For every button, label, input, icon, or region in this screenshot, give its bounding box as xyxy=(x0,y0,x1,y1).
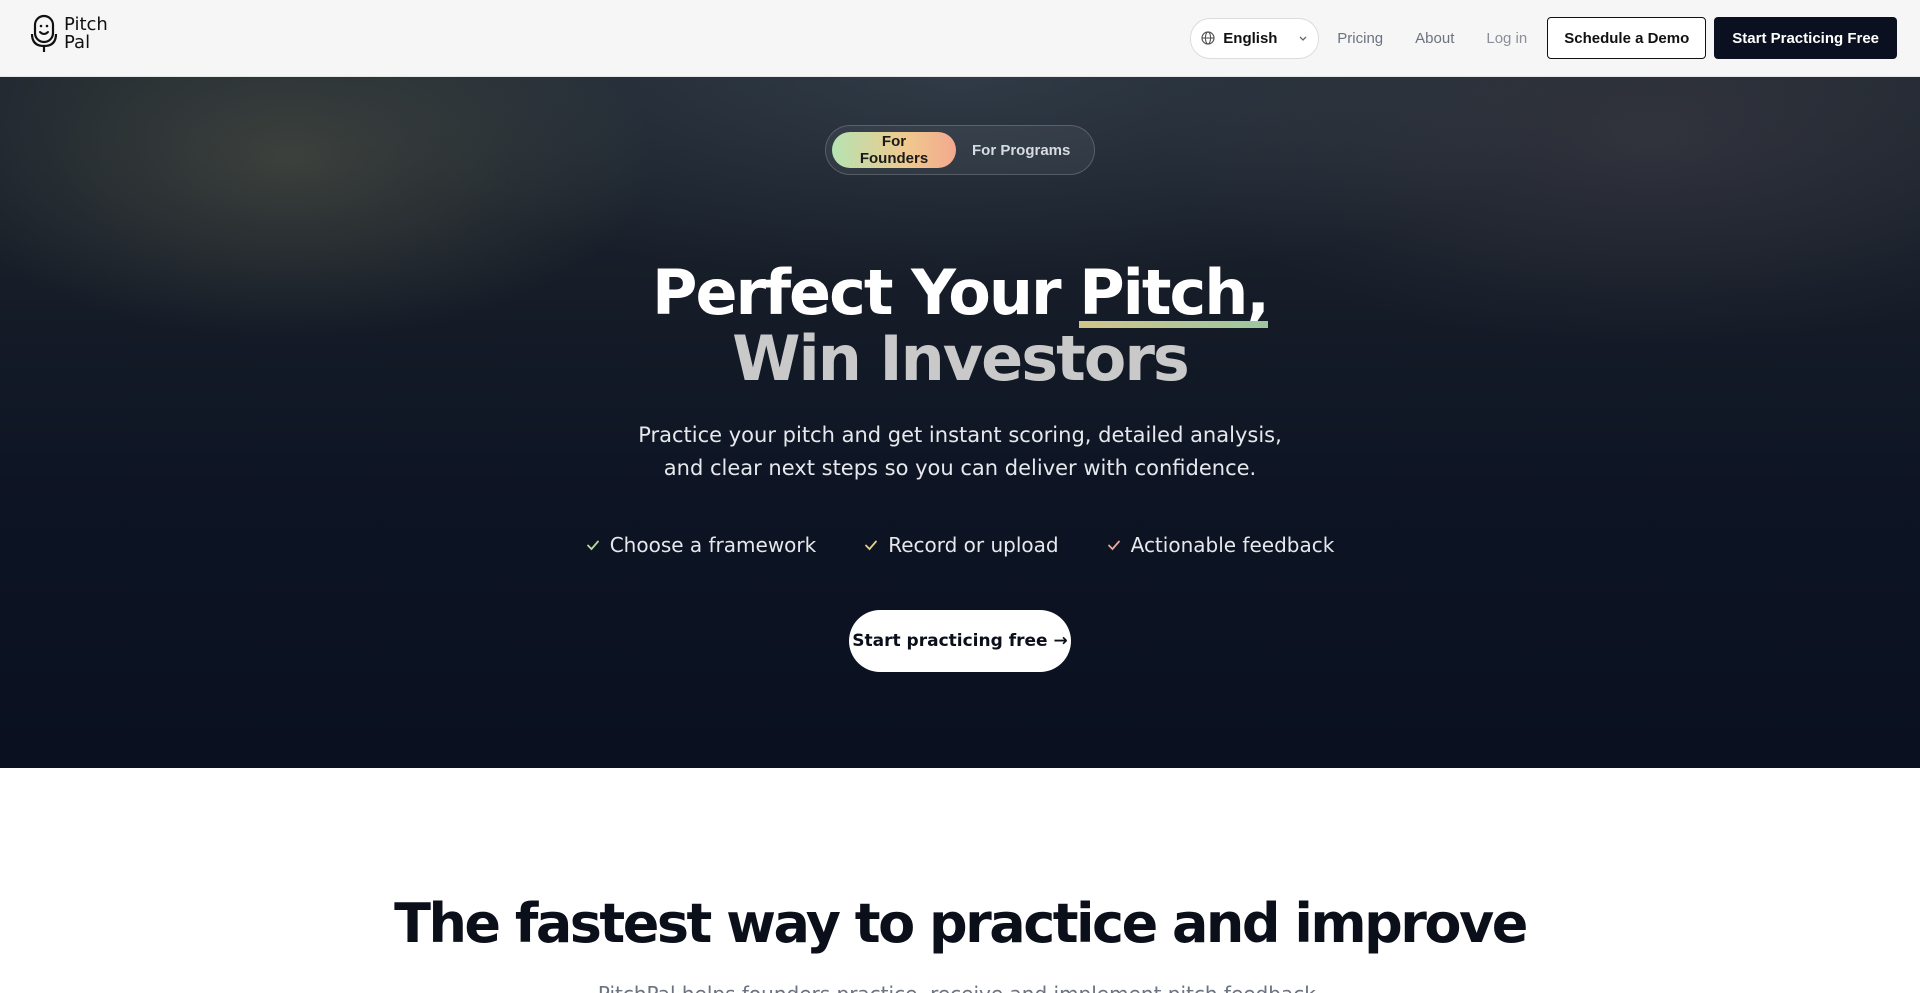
hero-subtitle-line-1: Practice your pitch and get instant scor… xyxy=(638,423,1282,447)
nav-link-pricing[interactable]: Pricing xyxy=(1337,30,1383,47)
hero-subtitle: Practice your pitch and get instant scor… xyxy=(0,419,1920,485)
headline-line-1: Perfect Your Pitch, xyxy=(0,256,1920,329)
top-navbar: Pitch Pal English Pricing About Log in S… xyxy=(0,0,1920,77)
nav-link-about[interactable]: About xyxy=(1415,30,1454,47)
schedule-demo-button[interactable]: Schedule a Demo xyxy=(1547,17,1707,59)
hero-section: For Founders For Programs Perfect Your P… xyxy=(0,77,1920,768)
checkmark-icon xyxy=(865,540,878,551)
checkmark-icon xyxy=(586,540,599,551)
language-label: English xyxy=(1223,29,1278,47)
start-practicing-free-cta[interactable]: Start practicing free → xyxy=(849,610,1071,672)
headline-highlight-pitch: Pitch, xyxy=(1079,256,1270,329)
checkmark-icon xyxy=(1107,540,1120,551)
pitchpal-logo[interactable]: Pitch Pal xyxy=(30,14,108,54)
headline-line-2: Win Investors xyxy=(732,322,1190,395)
toggle-for-programs[interactable]: For Programs xyxy=(956,132,1086,168)
start-practicing-free-button[interactable]: Start Practicing Free xyxy=(1714,17,1897,59)
hero-subtitle-line-2: and clear next steps so you can deliver … xyxy=(663,456,1257,480)
microphone-logo-icon xyxy=(30,14,58,52)
nav-link-login[interactable]: Log in xyxy=(1486,30,1527,47)
check-label: Record or upload xyxy=(888,533,1059,557)
check-item-record: Record or upload xyxy=(864,533,1059,557)
globe-icon xyxy=(1201,31,1215,45)
chevron-down-icon xyxy=(1299,36,1307,41)
main-nav: English Pricing About Log in Schedule a … xyxy=(1190,17,1897,59)
hero-headline: Perfect Your Pitch, Win Investors xyxy=(0,260,1920,392)
check-item-framework: Choose a framework xyxy=(586,533,817,557)
check-label: Actionable feedback xyxy=(1130,533,1335,557)
language-select[interactable]: English xyxy=(1190,17,1320,59)
toggle-for-founders[interactable]: For Founders xyxy=(832,132,956,168)
check-item-feedback: Actionable feedback xyxy=(1107,533,1335,557)
section-heading: The fastest way to practice and improve xyxy=(394,892,1528,955)
logo-wordmark: Pitch Pal xyxy=(64,16,108,52)
audience-toggle: For Founders For Programs xyxy=(825,125,1095,175)
check-label: Choose a framework xyxy=(609,533,817,557)
logo-word-2: Pal xyxy=(64,32,91,53)
headline-text-perfect-your: Perfect Your xyxy=(652,256,1080,329)
section-subtitle: PitchPal helps founders practice, receiv… xyxy=(0,982,1920,993)
feature-checklist: Choose a framework Record or upload Acti… xyxy=(0,533,1920,557)
